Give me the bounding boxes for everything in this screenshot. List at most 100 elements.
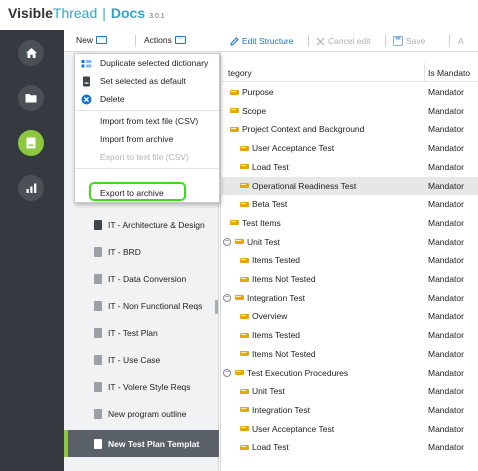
category-row[interactable]: Load Test Mandator: [220, 158, 478, 177]
collapse-toggle-icon[interactable]: −: [223, 237, 231, 246]
dictionary-item[interactable]: New program outline: [64, 400, 219, 427]
brand-thread: Thread: [52, 5, 98, 21]
dictionary-item[interactable]: IT - Use Case: [64, 346, 219, 373]
category-row[interactable]: − Test Execution Procedures Mandator: [220, 364, 478, 383]
category-label: Operational Readiness Test: [252, 180, 357, 191]
category-label: Beta Test: [252, 199, 288, 210]
category-label: Unit Test: [252, 386, 285, 397]
collapse-toggle-icon[interactable]: −: [223, 293, 231, 302]
category-row[interactable]: Overview Mandator: [220, 307, 478, 326]
category-row[interactable]: User Acceptance Test Mandator: [220, 420, 478, 439]
toolbar-divider: [135, 35, 136, 47]
category-tag-icon: [240, 164, 249, 170]
dictionary-icon: [94, 327, 102, 338]
category-label: Items Tested: [252, 255, 301, 266]
menu-item-export-csv: Export to text file (CSV): [75, 149, 219, 166]
menu-item-set-default[interactable]: Set selected as default: [75, 73, 219, 90]
menu-item-label: Delete: [100, 94, 125, 104]
menu-item-import-csv[interactable]: Import from text file (CSV): [75, 113, 219, 130]
category-row[interactable]: Scope Mandator: [220, 102, 478, 121]
category-row[interactable]: Items Not Tested Mandator: [220, 270, 478, 289]
category-cell: Overview: [240, 311, 287, 321]
dictionary-item[interactable]: IT - Non Functional Reqs: [64, 292, 219, 319]
close-icon: [316, 37, 325, 45]
actions-menu: Duplicate selected dictionary Set select…: [74, 53, 220, 203]
mandatory-cell: Mandator: [428, 274, 464, 284]
new-menu-button[interactable]: New ···: [76, 35, 108, 45]
mandatory-cell: Mandator: [428, 143, 464, 154]
mandatory-cell: Mandator: [428, 199, 464, 210]
category-label: Test Items: [242, 217, 281, 228]
category-label: Load Test: [252, 161, 289, 172]
actions-menu-button[interactable]: Actions ···: [144, 35, 186, 45]
category-label: Load Test: [252, 442, 289, 453]
category-row[interactable]: Load Test Mandator: [220, 438, 478, 457]
dictionary-icon: [94, 354, 102, 365]
grid-header: tegory Is Mandato: [220, 63, 478, 82]
mandatory-cell: Mandator: [428, 330, 464, 341]
dictionary-nav-button[interactable]: [18, 130, 44, 156]
menu-item-label: Set selected as default: [100, 76, 187, 86]
pencil-icon: [230, 36, 239, 46]
column-header-category[interactable]: tegory: [228, 68, 252, 78]
mandatory-cell: Mandator: [428, 124, 464, 135]
category-row[interactable]: User Acceptance Test Mandator: [220, 139, 478, 158]
more-icon: ···: [96, 36, 108, 44]
category-row[interactable]: − Integration Test Mandator: [220, 289, 478, 308]
category-row[interactable]: Project Context and Background Mandator: [220, 120, 478, 139]
brand-logo: Visible Thread | Docs 3.0.1: [8, 5, 165, 21]
brand-visible: Visible: [8, 5, 53, 21]
mandatory-cell: Mandator: [428, 161, 464, 172]
highlight-outline: [89, 182, 186, 201]
save-button[interactable]: Save: [393, 36, 425, 46]
mandatory-cell: Mandator: [428, 404, 464, 415]
home-nav-button[interactable]: [18, 40, 44, 66]
dictionary-item[interactable]: IT - Data Conversion: [64, 265, 219, 292]
category-label: Items Not Tested: [252, 348, 316, 359]
category-tag-icon: [240, 426, 249, 432]
category-row[interactable]: Unit Test Mandator: [220, 382, 478, 401]
folder-nav-button[interactable]: [18, 85, 44, 111]
dictionary-item[interactable]: IT - BRD: [64, 238, 219, 265]
app-root: Visible Thread | Docs 3.0.1 New ··· Acti…: [0, 0, 478, 471]
dictionary-item[interactable]: IT - Architecture & Design: [64, 211, 219, 238]
cancel-edit-button[interactable]: Cancel edit: [316, 36, 371, 46]
menu-item-duplicate[interactable]: Duplicate selected dictionary: [75, 55, 219, 72]
toolbar-overflow-button[interactable]: A: [458, 36, 464, 46]
edit-structure-button[interactable]: Edit Structure: [230, 36, 294, 46]
dictionary-item[interactable]: IT - Volere Style Reqs: [64, 373, 219, 400]
menu-item-delete[interactable]: Delete: [75, 91, 219, 108]
category-row[interactable]: Items Not Tested Mandator: [220, 345, 478, 364]
category-row[interactable]: Purpose Mandator: [220, 83, 478, 102]
category-tag-icon: [235, 239, 244, 245]
category-row[interactable]: Items Tested Mandator: [220, 326, 478, 345]
mandatory-cell: Mandator: [428, 292, 464, 303]
category-label: Items Tested: [252, 330, 301, 341]
menu-item-export-archive[interactable]: Export to archive: [75, 166, 219, 198]
category-row[interactable]: Beta Test Mandator: [220, 195, 478, 214]
dictionary-icon: [94, 300, 102, 311]
dictionary-item-selected[interactable]: New Test Plan Templat: [64, 430, 219, 457]
menu-item-label: Import from text file (CSV): [100, 116, 199, 126]
dictionary-label: IT - Test Plan: [108, 327, 158, 338]
collapse-toggle-icon[interactable]: −: [223, 368, 231, 377]
mandatory-cell: Mandator: [428, 367, 464, 378]
dictionary-toolbar: New ··· Actions ···: [64, 30, 219, 52]
analytics-nav-button[interactable]: [18, 175, 44, 201]
category-row[interactable]: Items Tested Mandator: [220, 251, 478, 270]
category-row[interactable]: − Unit Test Mandator: [220, 233, 478, 252]
category-row[interactable]: Test Items Mandator: [220, 214, 478, 233]
mandatory-cell: Mandator: [428, 255, 464, 266]
category-row[interactable]: Integration Test Mandator: [220, 401, 478, 420]
column-header-mandatory[interactable]: Is Mandato: [428, 68, 470, 78]
brand-docs: Docs: [110, 5, 146, 21]
home-icon: [25, 48, 37, 58]
panel-resize-handle[interactable]: [215, 300, 218, 314]
dictionary-item[interactable]: IT - Test Plan: [64, 319, 219, 346]
dictionary-label: IT - Volere Style Reqs: [108, 381, 191, 392]
category-label: Integration Test: [247, 292, 305, 303]
category-row-selected[interactable]: Operational Readiness Test Mandator: [220, 176, 478, 196]
menu-item-import-archive[interactable]: Import from archive: [75, 131, 219, 148]
column-separator: [424, 63, 425, 82]
category-cell: − Test Execution Procedures: [223, 368, 348, 378]
